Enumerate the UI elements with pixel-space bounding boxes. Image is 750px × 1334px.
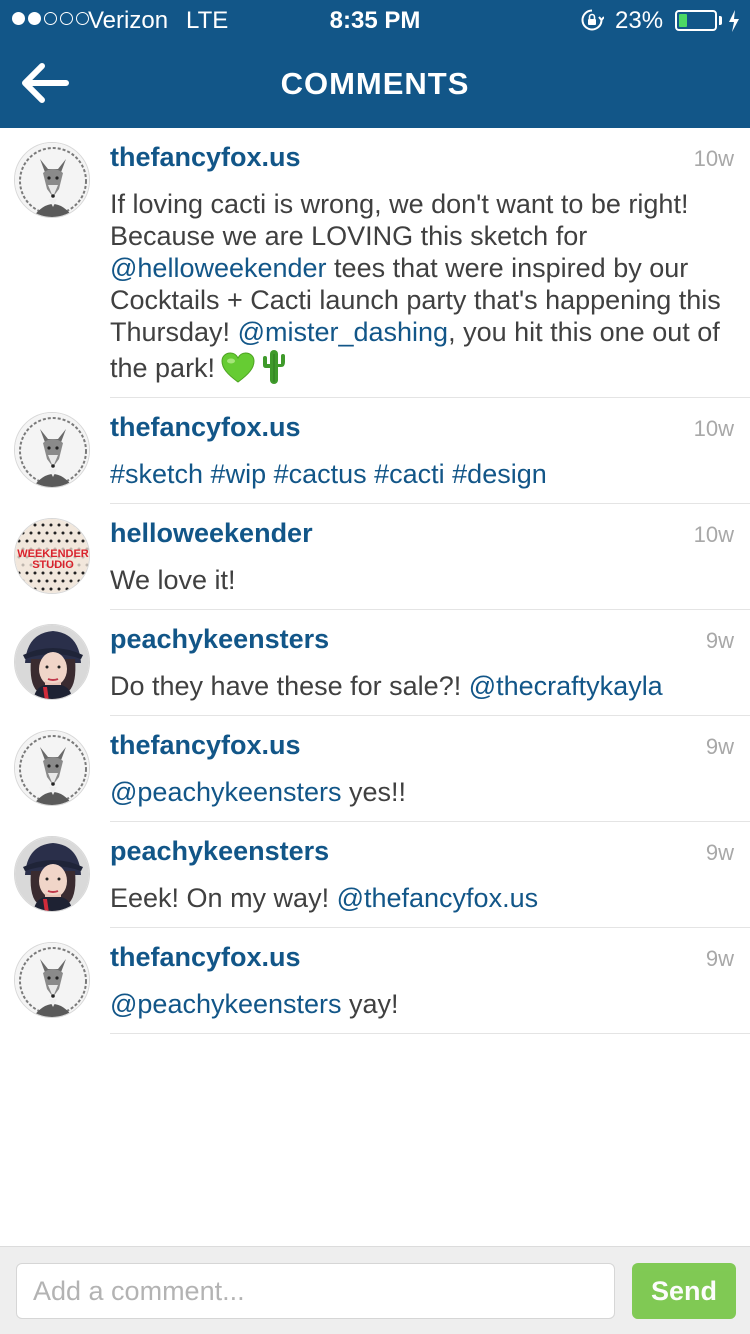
comment-username[interactable]: thefancyfox.us bbox=[110, 142, 301, 173]
comment-item: WEEKENDER STUDIO helloweekender 10w We love … bbox=[0, 504, 750, 610]
mention-link[interactable]: #sketch #wip #cactus #cacti #design bbox=[110, 459, 547, 489]
comment-text: If loving cacti is wrong, we don't want … bbox=[110, 188, 730, 384]
user-avatar[interactable] bbox=[14, 412, 90, 488]
comment-text-segment: We love it! bbox=[110, 565, 236, 595]
comment-text: @peachykeensters yes!! bbox=[110, 776, 730, 808]
mention-link[interactable]: @peachykeensters bbox=[110, 777, 342, 807]
comment-text: Eeek! On my way! @thefancyfox.us bbox=[110, 882, 730, 914]
comment-divider bbox=[110, 1033, 750, 1034]
comment-item: peachykeensters 9w Do they have these for … bbox=[0, 610, 750, 716]
comment-username[interactable]: peachykeensters bbox=[110, 836, 329, 867]
comment-timestamp: 9w bbox=[705, 840, 734, 865]
cactus-icon bbox=[263, 350, 286, 384]
comment-text-segment: yes!! bbox=[341, 777, 407, 807]
comment-text-segment: Eeek! On my way! bbox=[110, 883, 337, 913]
user-avatar[interactable]: WEEKENDER STUDIO bbox=[14, 518, 90, 594]
user-avatar[interactable] bbox=[14, 836, 90, 912]
rotation-lock-icon bbox=[581, 9, 604, 31]
comment-item: thefancyfox.us 9w @peachykeensters yes!! bbox=[0, 716, 750, 822]
comment-item: thefancyfox.us 10w #sketch #wip #cactus #c… bbox=[0, 398, 750, 504]
comment-text: #sketch #wip #cactus #cacti #design bbox=[110, 458, 730, 490]
comment-text-segment: If loving cacti is wrong, we don't want … bbox=[110, 189, 689, 251]
mention-link[interactable]: @peachykeensters bbox=[110, 989, 342, 1019]
user-avatar[interactable] bbox=[14, 142, 90, 218]
comment-item: thefancyfox.us 10w If loving cacti is wron… bbox=[0, 128, 750, 398]
comment-item: peachykeensters 9w Eeek! On my way! @thefa… bbox=[0, 822, 750, 928]
send-button[interactable]: Send bbox=[632, 1263, 736, 1319]
green-heart-icon bbox=[221, 352, 255, 383]
mention-link[interactable]: @thecraftykayla bbox=[469, 671, 663, 701]
page-title: COMMENTS bbox=[280, 66, 470, 101]
comment-text-segment: yay! bbox=[341, 989, 399, 1019]
comment-username[interactable]: thefancyfox.us bbox=[110, 412, 301, 443]
top-bar: Verizon LTE 8:35 PM 23% COMMENTS bbox=[0, 0, 750, 128]
battery-percent: 23% bbox=[615, 7, 664, 34]
mention-link[interactable]: @thefancyfox.us bbox=[337, 883, 539, 913]
battery-level-fill bbox=[679, 14, 687, 27]
comment-timestamp: 9w bbox=[705, 734, 734, 759]
mention-link[interactable]: @helloweekender bbox=[110, 253, 327, 283]
comment-text: We love it! bbox=[110, 564, 730, 596]
user-avatar[interactable] bbox=[14, 624, 90, 700]
comment-item: thefancyfox.us 9w @peachykeensters yay! bbox=[0, 928, 750, 1034]
comment-timestamp: 10w bbox=[693, 146, 734, 171]
comment-username[interactable]: thefancyfox.us bbox=[110, 730, 301, 761]
comment-input[interactable] bbox=[16, 1263, 615, 1319]
weekender-logo-text: STUDIO bbox=[32, 559, 74, 571]
battery-icon bbox=[675, 10, 717, 31]
comment-username[interactable]: thefancyfox.us bbox=[110, 942, 301, 973]
comment-timestamp: 10w bbox=[693, 522, 734, 547]
comment-text-segment: Do they have these for sale?! bbox=[110, 671, 469, 701]
comment-timestamp: 9w bbox=[705, 946, 734, 971]
charging-bolt-icon bbox=[729, 10, 739, 32]
user-avatar[interactable] bbox=[14, 730, 90, 806]
comment-timestamp: 9w bbox=[705, 628, 734, 653]
comment-timestamp: 10w bbox=[693, 416, 734, 441]
mention-link[interactable]: @mister_dashing bbox=[238, 317, 449, 347]
status-bar: Verizon LTE 8:35 PM 23% bbox=[0, 0, 750, 40]
comment-username[interactable]: helloweekender bbox=[110, 518, 313, 549]
nav-bar: COMMENTS bbox=[0, 40, 750, 128]
comment-text: @peachykeensters yay! bbox=[110, 988, 730, 1020]
comment-composer: Send bbox=[0, 1246, 750, 1334]
user-avatar[interactable] bbox=[14, 942, 90, 1018]
comment-text: Do they have these for sale?! @thecrafty… bbox=[110, 670, 730, 702]
comment-username[interactable]: peachykeensters bbox=[110, 624, 329, 655]
battery-tip bbox=[719, 16, 722, 25]
